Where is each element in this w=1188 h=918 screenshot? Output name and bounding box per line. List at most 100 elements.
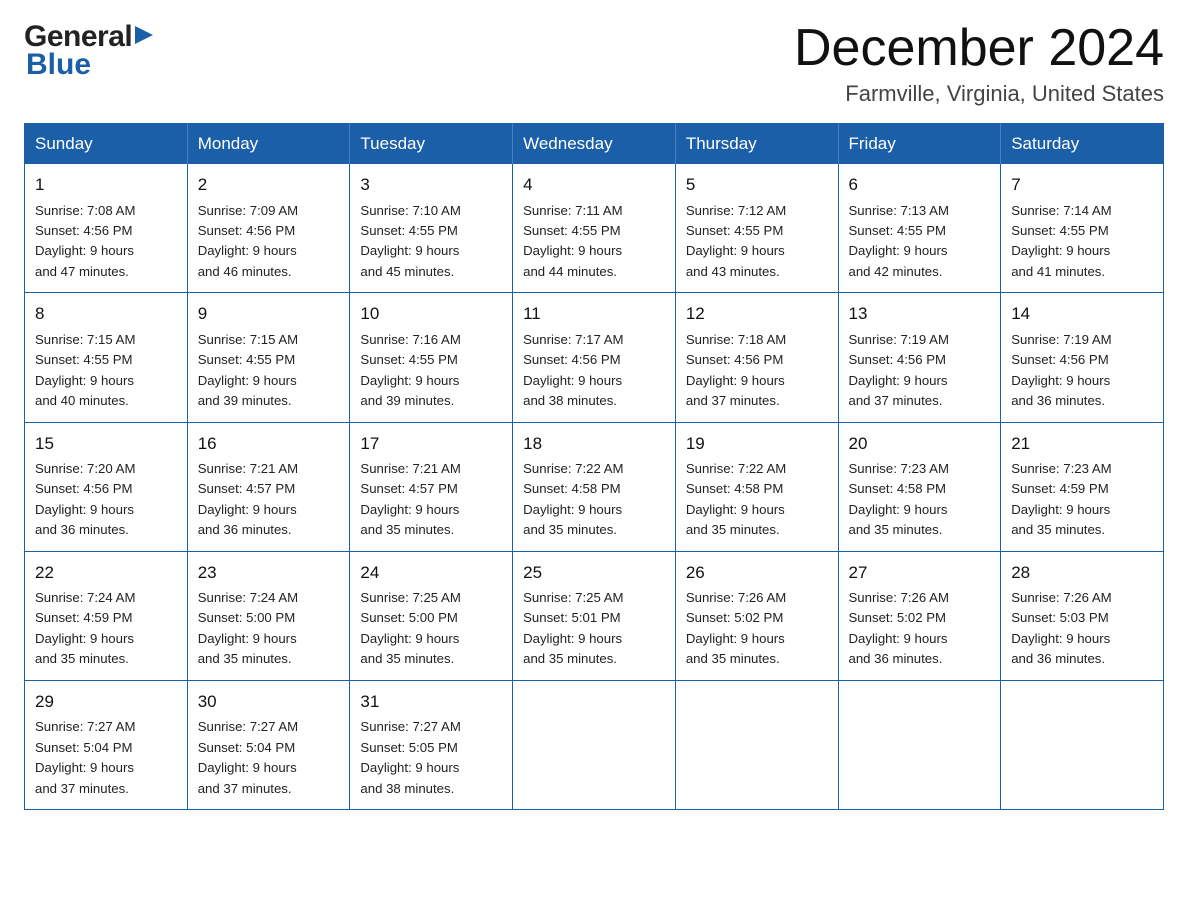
col-sunday: Sunday bbox=[25, 124, 188, 165]
day-number: 10 bbox=[360, 301, 502, 327]
table-row bbox=[513, 680, 676, 809]
day-number: 6 bbox=[849, 172, 991, 198]
table-row: 11 Sunrise: 7:17 AMSunset: 4:56 PMDayligh… bbox=[513, 293, 676, 422]
day-info: Sunrise: 7:16 AMSunset: 4:55 PMDaylight:… bbox=[360, 330, 502, 412]
day-number: 19 bbox=[686, 431, 828, 457]
day-info: Sunrise: 7:26 AMSunset: 5:03 PMDaylight:… bbox=[1011, 588, 1153, 670]
table-row: 27Sunrise: 7:26 AMSunset: 5:02 PMDayligh… bbox=[838, 551, 1001, 680]
page-container: General Blue December 2024 Farmville, Vi… bbox=[0, 0, 1188, 834]
table-row: 5 Sunrise: 7:12 AMSunset: 4:55 PMDaylight… bbox=[675, 164, 838, 293]
table-row: 30Sunrise: 7:27 AMSunset: 5:04 PMDayligh… bbox=[187, 680, 350, 809]
day-number: 13 bbox=[849, 301, 991, 327]
day-number: 1 bbox=[35, 172, 177, 198]
day-number: 22 bbox=[35, 560, 177, 586]
day-info: Sunrise: 7:26 AMSunset: 5:02 PMDaylight:… bbox=[849, 588, 991, 670]
table-row: 7Sunrise: 7:14 AMSunset: 4:55 PMDaylight… bbox=[1001, 164, 1164, 293]
day-number: 9 bbox=[198, 301, 340, 327]
day-number: 2 bbox=[198, 172, 340, 198]
table-row: 10 Sunrise: 7:16 AMSunset: 4:55 PMDayligh… bbox=[350, 293, 513, 422]
day-info: Sunrise: 7:14 AMSunset: 4:55 PMDaylight:… bbox=[1011, 201, 1153, 283]
table-row: 16Sunrise: 7:21 AMSunset: 4:57 PMDayligh… bbox=[187, 422, 350, 551]
header: General Blue December 2024 Farmville, Vi… bbox=[24, 20, 1164, 107]
day-number: 29 bbox=[35, 689, 177, 715]
table-row: 24Sunrise: 7:25 AMSunset: 5:00 PMDayligh… bbox=[350, 551, 513, 680]
day-info: Sunrise: 7:10 AMSunset: 4:55 PMDaylight:… bbox=[360, 201, 502, 283]
day-number: 21 bbox=[1011, 431, 1153, 457]
col-monday: Monday bbox=[187, 124, 350, 165]
calendar-table: Sunday Monday Tuesday Wednesday Thursday… bbox=[24, 123, 1164, 810]
month-title: December 2024 bbox=[794, 20, 1164, 77]
day-info: Sunrise: 7:11 AMSunset: 4:55 PMDaylight:… bbox=[523, 201, 665, 283]
table-row: 22Sunrise: 7:24 AMSunset: 4:59 PMDayligh… bbox=[25, 551, 188, 680]
day-info: Sunrise: 7:27 AMSunset: 5:04 PMDaylight:… bbox=[198, 717, 340, 799]
col-wednesday: Wednesday bbox=[513, 124, 676, 165]
day-info: Sunrise: 7:15 AMSunset: 4:55 PMDaylight:… bbox=[35, 330, 177, 412]
table-row: 13 Sunrise: 7:19 AMSunset: 4:56 PMDayligh… bbox=[838, 293, 1001, 422]
day-number: 15 bbox=[35, 431, 177, 457]
day-number: 27 bbox=[849, 560, 991, 586]
day-info: Sunrise: 7:09 AMSunset: 4:56 PMDaylight:… bbox=[198, 201, 340, 283]
title-area: December 2024 Farmville, Virginia, Unite… bbox=[794, 20, 1164, 107]
table-row: 23Sunrise: 7:24 AMSunset: 5:00 PMDayligh… bbox=[187, 551, 350, 680]
table-row: 17Sunrise: 7:21 AMSunset: 4:57 PMDayligh… bbox=[350, 422, 513, 551]
day-number: 8 bbox=[35, 301, 177, 327]
table-row bbox=[1001, 680, 1164, 809]
table-row: 15Sunrise: 7:20 AMSunset: 4:56 PMDayligh… bbox=[25, 422, 188, 551]
day-info: Sunrise: 7:24 AMSunset: 4:59 PMDaylight:… bbox=[35, 588, 177, 670]
day-info: Sunrise: 7:23 AMSunset: 4:58 PMDaylight:… bbox=[849, 459, 991, 541]
day-info: Sunrise: 7:23 AMSunset: 4:59 PMDaylight:… bbox=[1011, 459, 1153, 541]
col-thursday: Thursday bbox=[675, 124, 838, 165]
day-number: 25 bbox=[523, 560, 665, 586]
day-info: Sunrise: 7:26 AMSunset: 5:02 PMDaylight:… bbox=[686, 588, 828, 670]
day-info: Sunrise: 7:18 AMSunset: 4:56 PMDaylight:… bbox=[686, 330, 828, 412]
day-number: 20 bbox=[849, 431, 991, 457]
day-info: Sunrise: 7:21 AMSunset: 4:57 PMDaylight:… bbox=[198, 459, 340, 541]
table-row bbox=[838, 680, 1001, 809]
calendar-week-row: 8 Sunrise: 7:15 AMSunset: 4:55 PMDaylight… bbox=[25, 293, 1164, 422]
day-info: Sunrise: 7:19 AMSunset: 4:56 PMDaylight:… bbox=[1011, 330, 1153, 412]
day-number: 16 bbox=[198, 431, 340, 457]
calendar-week-row: 15Sunrise: 7:20 AMSunset: 4:56 PMDayligh… bbox=[25, 422, 1164, 551]
table-row: 2 Sunrise: 7:09 AMSunset: 4:56 PMDaylight… bbox=[187, 164, 350, 293]
col-saturday: Saturday bbox=[1001, 124, 1164, 165]
day-number: 18 bbox=[523, 431, 665, 457]
calendar-week-row: 29 Sunrise: 7:27 AMSunset: 5:04 PMDayligh… bbox=[25, 680, 1164, 809]
table-row bbox=[675, 680, 838, 809]
day-info: Sunrise: 7:25 AMSunset: 5:01 PMDaylight:… bbox=[523, 588, 665, 670]
table-row: 3 Sunrise: 7:10 AMSunset: 4:55 PMDaylight… bbox=[350, 164, 513, 293]
table-row: 31Sunrise: 7:27 AMSunset: 5:05 PMDayligh… bbox=[350, 680, 513, 809]
day-info: Sunrise: 7:08 AMSunset: 4:56 PMDaylight:… bbox=[35, 201, 177, 283]
calendar-week-row: 1 Sunrise: 7:08 AMSunset: 4:56 PMDaylight… bbox=[25, 164, 1164, 293]
day-info: Sunrise: 7:19 AMSunset: 4:56 PMDaylight:… bbox=[849, 330, 991, 412]
day-number: 30 bbox=[198, 689, 340, 715]
day-info: Sunrise: 7:22 AMSunset: 4:58 PMDaylight:… bbox=[686, 459, 828, 541]
day-info: Sunrise: 7:13 AMSunset: 4:55 PMDaylight:… bbox=[849, 201, 991, 283]
day-info: Sunrise: 7:12 AMSunset: 4:55 PMDaylight:… bbox=[686, 201, 828, 283]
location-subtitle: Farmville, Virginia, United States bbox=[794, 81, 1164, 107]
day-number: 24 bbox=[360, 560, 502, 586]
day-number: 4 bbox=[523, 172, 665, 198]
table-row: 21Sunrise: 7:23 AMSunset: 4:59 PMDayligh… bbox=[1001, 422, 1164, 551]
col-friday: Friday bbox=[838, 124, 1001, 165]
table-row: 26Sunrise: 7:26 AMSunset: 5:02 PMDayligh… bbox=[675, 551, 838, 680]
col-tuesday: Tuesday bbox=[350, 124, 513, 165]
day-info: Sunrise: 7:25 AMSunset: 5:00 PMDaylight:… bbox=[360, 588, 502, 670]
table-row: 19Sunrise: 7:22 AMSunset: 4:58 PMDayligh… bbox=[675, 422, 838, 551]
day-number: 3 bbox=[360, 172, 502, 198]
calendar-header-row: Sunday Monday Tuesday Wednesday Thursday… bbox=[25, 124, 1164, 165]
logo-blue-text: Blue bbox=[26, 48, 153, 82]
day-info: Sunrise: 7:24 AMSunset: 5:00 PMDaylight:… bbox=[198, 588, 340, 670]
day-number: 11 bbox=[523, 301, 665, 327]
day-number: 5 bbox=[686, 172, 828, 198]
calendar-week-row: 22Sunrise: 7:24 AMSunset: 4:59 PMDayligh… bbox=[25, 551, 1164, 680]
table-row: 8 Sunrise: 7:15 AMSunset: 4:55 PMDaylight… bbox=[25, 293, 188, 422]
day-number: 28 bbox=[1011, 560, 1153, 586]
day-info: Sunrise: 7:17 AMSunset: 4:56 PMDaylight:… bbox=[523, 330, 665, 412]
table-row: 18Sunrise: 7:22 AMSunset: 4:58 PMDayligh… bbox=[513, 422, 676, 551]
table-row: 20Sunrise: 7:23 AMSunset: 4:58 PMDayligh… bbox=[838, 422, 1001, 551]
table-row: 6 Sunrise: 7:13 AMSunset: 4:55 PMDaylight… bbox=[838, 164, 1001, 293]
day-info: Sunrise: 7:22 AMSunset: 4:58 PMDaylight:… bbox=[523, 459, 665, 541]
day-info: Sunrise: 7:15 AMSunset: 4:55 PMDaylight:… bbox=[198, 330, 340, 412]
table-row: 28Sunrise: 7:26 AMSunset: 5:03 PMDayligh… bbox=[1001, 551, 1164, 680]
table-row: 12Sunrise: 7:18 AMSunset: 4:56 PMDayligh… bbox=[675, 293, 838, 422]
